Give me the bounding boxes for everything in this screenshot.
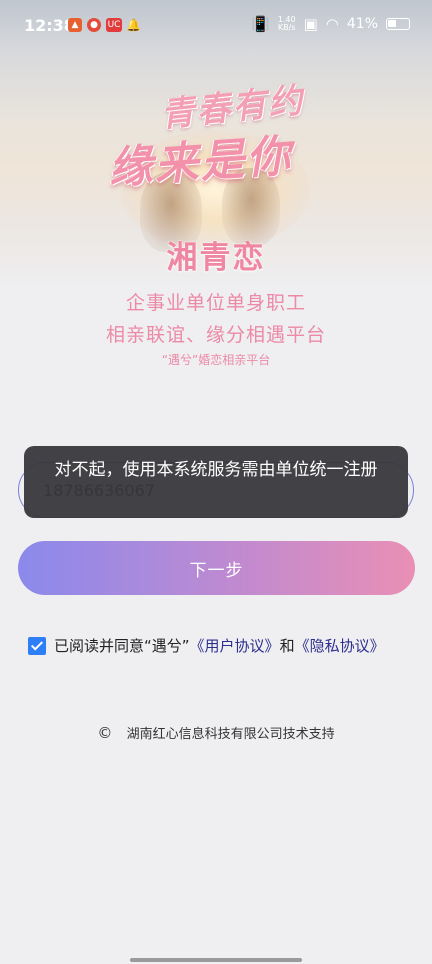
status-right: 📳 1.40 KB/s ▣ ◠ 41% bbox=[251, 15, 410, 33]
footer: © 湖南红心信息科技有限公司技术支持 bbox=[0, 723, 432, 742]
privacy-agreement-link[interactable]: 《隐私协议》 bbox=[295, 635, 385, 656]
wifi-icon: ◠ bbox=[325, 15, 339, 33]
battery-percent: 41% bbox=[346, 16, 378, 32]
tagline-3: “遇兮”婚恋相亲平台 bbox=[161, 353, 271, 367]
status-bar: 12:38 ▲ ● UC 🔔 📳 1.40 KB/s ▣ ◠ 41% bbox=[0, 0, 432, 52]
tagline-1: 企事业单位单身职工 bbox=[125, 292, 306, 314]
network-speed: 1.40 KB/s bbox=[278, 16, 296, 32]
agreement-and: 和 bbox=[279, 637, 295, 655]
tagline-2: 相亲联谊、缘分相遇平台 bbox=[105, 324, 326, 346]
agreement-prefix: 已阅读并同意“遇兮” bbox=[54, 637, 190, 655]
battery-icon bbox=[386, 18, 410, 30]
vibrate-icon: 📳 bbox=[251, 15, 270, 33]
brand-title: 湘青恋 bbox=[166, 240, 266, 276]
uc-notification-icon: UC bbox=[106, 18, 122, 32]
error-toast: 对不起，使用本系统服务需由单位统一注册 bbox=[24, 446, 408, 518]
net-speed-unit: KB/s bbox=[277, 23, 296, 32]
weibo-notification-icon: ● bbox=[87, 18, 101, 32]
agree-checkbox[interactable] bbox=[28, 636, 46, 655]
home-indicator[interactable] bbox=[130, 958, 302, 962]
app-notification-icon: ▲ bbox=[68, 18, 82, 32]
next-button[interactable]: 下一步 bbox=[18, 541, 415, 595]
footer-text: 湖南红心信息科技有限公司技术支持 bbox=[126, 727, 335, 742]
user-agreement-link[interactable]: 《用户协议》 bbox=[190, 635, 280, 656]
bell-icon: 🔔 bbox=[126, 18, 141, 32]
agreement-row: 已阅读并同意“遇兮” 《用户协议》 和 《隐私协议》 bbox=[28, 635, 385, 656]
sim-icon: ▣ bbox=[303, 15, 318, 33]
slogan-line2: 缘来是你 bbox=[106, 130, 294, 195]
copyright-icon: © bbox=[97, 724, 113, 742]
